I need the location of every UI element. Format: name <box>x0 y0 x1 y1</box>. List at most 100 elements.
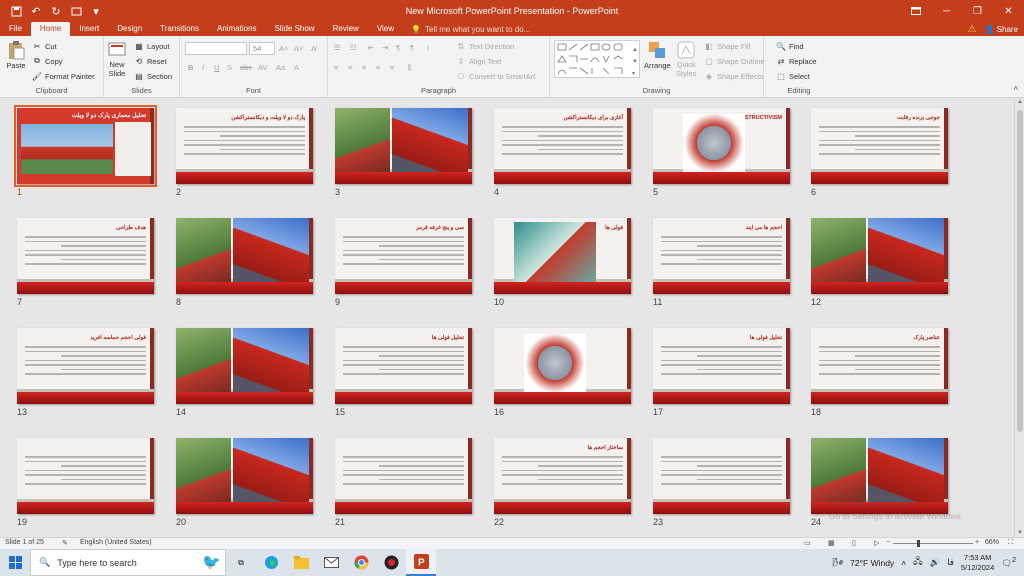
text-direction-button[interactable]: ⇅ Text Direction <box>456 41 515 51</box>
align-right-button[interactable]: ≡ <box>362 63 366 72</box>
restore-button[interactable]: ❐ <box>962 0 993 22</box>
change-case-button[interactable]: Aa <box>276 63 285 72</box>
copy-button[interactable]: ⧉ Copy <box>32 56 62 66</box>
notifications-icon[interactable]: 🗨2 <box>1001 556 1016 569</box>
italic-button[interactable]: I <box>202 63 204 72</box>
reading-view-icon[interactable]: ▯ <box>852 539 856 547</box>
shape-effects-button[interactable]: ◈ Shape Effects <box>704 71 764 81</box>
weather-text[interactable]: 72°F Windy <box>850 558 894 568</box>
undo-icon[interactable]: ↶ <box>28 3 44 19</box>
slide-thumbnail[interactable]: عناصر پارک <box>811 328 948 404</box>
slide-thumbnail[interactable]: هدف طراحی <box>17 218 154 294</box>
slide-thumbnail[interactable] <box>335 108 472 184</box>
shape-outline-button[interactable]: ▢ Shape Outline <box>704 56 764 66</box>
tab-home[interactable]: Home <box>30 22 71 36</box>
clock[interactable]: 7:53 AM 5/12/2024 <box>961 553 994 573</box>
tab-view[interactable]: View <box>368 22 403 36</box>
reset-button[interactable]: ⟲ Reset <box>134 56 167 66</box>
ltr-button[interactable]: ¶ <box>410 43 414 52</box>
slide-thumbnail[interactable]: فولی احجم حماسه افرید <box>17 328 154 404</box>
bold-button[interactable]: B <box>188 63 193 72</box>
normal-view-icon[interactable]: ▭ <box>804 539 811 547</box>
chrome-icon[interactable] <box>346 549 376 576</box>
ribbon-display-options-icon[interactable] <box>900 0 931 22</box>
slide-thumbnail[interactable] <box>494 328 631 404</box>
increase-indent-button[interactable]: ⇥ <box>382 43 388 52</box>
tab-insert[interactable]: Insert <box>70 22 108 36</box>
font-size-box[interactable]: 54 <box>249 42 275 55</box>
arrange-button[interactable]: Arrange <box>644 40 671 70</box>
slide-show-view-icon[interactable]: ▷ <box>874 539 879 547</box>
new-slide-button[interactable]: New Slide <box>107 40 127 78</box>
quick-styles-button[interactable]: Quick Styles <box>676 40 696 78</box>
minimize-button[interactable]: ─ <box>931 0 962 22</box>
scroll-down-icon[interactable]: ▼ <box>1015 530 1024 536</box>
cut-button[interactable]: ✂ Cut <box>32 41 57 51</box>
paste-button[interactable]: Paste <box>6 40 26 70</box>
taskbar-search[interactable]: 🔍 Type here to search 🐦 <box>30 549 226 576</box>
slide-thumbnail[interactable]: تحلیل فولی ها <box>335 328 472 404</box>
slide-thumbnail[interactable]: تحلیل فولی ها <box>653 328 790 404</box>
share-button[interactable]: 👤 Share <box>984 25 1018 34</box>
vertical-scrollbar[interactable]: ▲ ▼ <box>1014 98 1024 537</box>
zoom-slider[interactable] <box>893 543 973 544</box>
font-color-button[interactable]: A <box>294 63 299 72</box>
distributed-button[interactable]: ≡ <box>390 63 394 72</box>
align-left-button[interactable]: ≡ <box>334 63 338 72</box>
font-name-box[interactable] <box>185 42 247 55</box>
network-icon[interactable]: 🖧 <box>913 556 922 570</box>
scroll-up-icon[interactable]: ▲ <box>1015 99 1024 105</box>
slide-thumbnail[interactable]: DECONSTRUCTIVISM <box>653 108 790 184</box>
slide-thumbnail[interactable] <box>17 438 154 514</box>
tell-me-box[interactable]: 💡 Tell me what you want to do... <box>411 22 530 36</box>
task-view-icon[interactable]: ⧉ <box>226 549 256 576</box>
strikethrough-button[interactable]: abc <box>240 63 252 72</box>
slide-thumbnail[interactable] <box>176 438 313 514</box>
section-button[interactable]: ▤ Section <box>134 71 172 81</box>
warning-icon[interactable]: ⚠ <box>967 24 976 35</box>
tab-slide-show[interactable]: Slide Show <box>266 22 324 36</box>
mail-icon[interactable] <box>316 549 346 576</box>
start-from-beginning-icon[interactable] <box>68 3 84 19</box>
numbering-button[interactable]: ☷ <box>350 43 357 52</box>
slide-thumbnail[interactable] <box>811 218 948 294</box>
slide-thumbnail[interactable]: تحلیل معماری پارک دو لا ویلت <box>14 105 157 187</box>
file-explorer-icon[interactable] <box>286 549 316 576</box>
slide-thumbnail[interactable]: آغازی برای دیکانستراکشن <box>494 108 631 184</box>
find-button[interactable]: 🔍 Find <box>776 41 804 51</box>
slide-thumbnail[interactable] <box>176 328 313 404</box>
slide-thumbnail[interactable] <box>653 438 790 514</box>
decrease-indent-button[interactable]: ⇤ <box>368 43 374 52</box>
slide-thumbnail[interactable] <box>176 218 313 294</box>
fit-slide-icon[interactable]: ⛶ <box>1008 539 1013 547</box>
underline-button[interactable]: U <box>214 63 219 72</box>
shape-fill-button[interactable]: ◧ Shape Fill <box>704 41 750 51</box>
slide-thumbnail[interactable]: سی و پنج غرفه قرمز <box>335 218 472 294</box>
slide-thumbnail[interactable]: فولی ها <box>494 218 631 294</box>
format-painter-button[interactable]: 🖌 Format Painter <box>32 71 95 81</box>
zoom-out-icon[interactable]: − <box>886 539 890 546</box>
layout-button[interactable]: ▦ Layout <box>134 41 169 51</box>
convert-smartart-button[interactable]: ⎔ Convert to SmartArt <box>456 71 536 81</box>
increase-font-button[interactable]: A˄ <box>279 44 288 53</box>
slide-thumbnail[interactable]: پارک دو لا ویلت و دیکانستراکشن <box>176 108 313 184</box>
justify-button[interactable]: ≡ <box>376 63 380 72</box>
slide-sorter-view-icon[interactable]: ▦ <box>828 539 835 547</box>
customize-qat-icon[interactable]: ▾ <box>88 3 104 19</box>
spellcheck-icon[interactable]: ✎ <box>62 539 68 547</box>
slide-thumbnail[interactable]: احجم ها می ایند <box>653 218 790 294</box>
redo-icon[interactable]: ↻ <box>48 3 64 19</box>
tab-file[interactable]: File <box>0 22 31 36</box>
bullets-button[interactable]: ☰ <box>334 43 341 52</box>
replace-button[interactable]: ⇄ Replace <box>776 56 817 66</box>
chevron-up-icon[interactable]: ˄ <box>901 558 906 568</box>
start-button[interactable] <box>0 549 30 576</box>
tab-review[interactable]: Review <box>324 22 368 36</box>
powerpoint-taskbar-icon[interactable]: P <box>406 549 436 576</box>
save-icon[interactable] <box>8 3 24 19</box>
zoom-in-icon[interactable]: + <box>975 539 979 546</box>
media-app-icon[interactable] <box>376 549 406 576</box>
slide-thumbnail[interactable] <box>335 438 472 514</box>
edge-icon[interactable] <box>256 549 286 576</box>
tab-design[interactable]: Design <box>108 22 151 36</box>
